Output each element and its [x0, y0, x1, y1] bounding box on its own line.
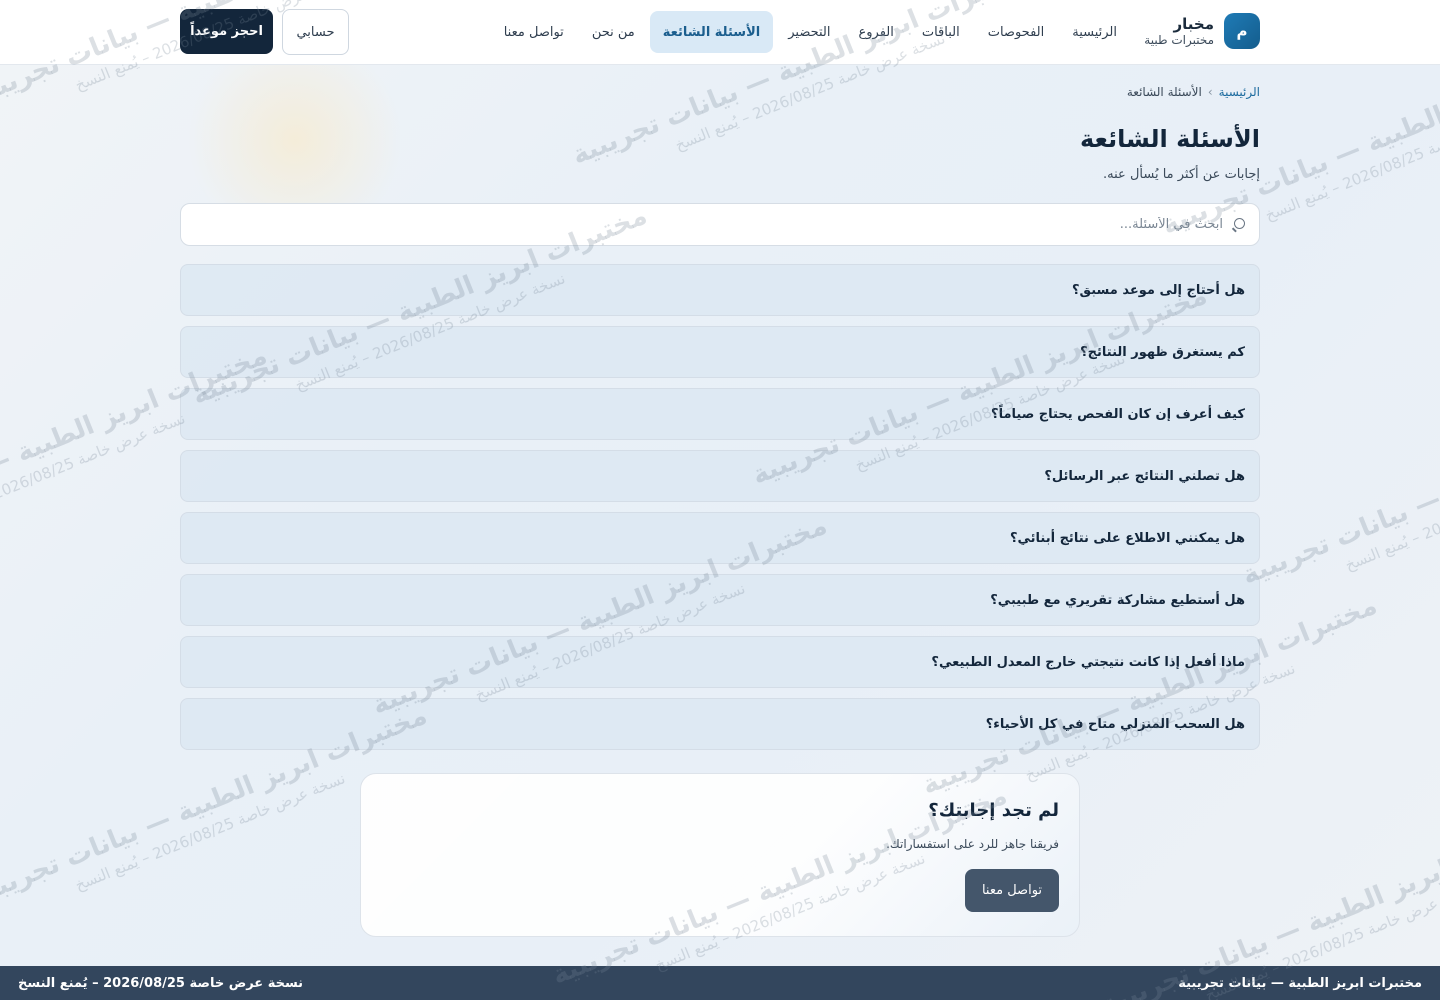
brand-logo: م	[1224, 13, 1260, 49]
faq-question: هل أحتاج إلى موعد مسبق؟	[1071, 282, 1245, 298]
faq-question: هل تصلني النتائج عبر الرسائل؟	[1044, 468, 1245, 484]
watermark-footer-bar: مختبرات ابريز الطبية — بيانات تجريبية نس…	[0, 966, 1440, 1000]
brand-subtitle: مختبرات طبية	[1144, 32, 1214, 47]
nav-tests[interactable]: الفحوصات	[975, 11, 1058, 53]
faq-item[interactable]: هل يمكنني الاطلاع على نتائج أبنائي؟	[180, 512, 1260, 564]
faq-search-box	[180, 203, 1260, 246]
nav-home[interactable]: الرئيسية	[1059, 11, 1130, 53]
search-icon	[1231, 217, 1245, 232]
nav-branches[interactable]: الفروع	[845, 11, 906, 53]
breadcrumb-current: الأسئلة الشائعة	[1126, 85, 1202, 99]
faq-item[interactable]: كيف أعرف إن كان الفحص يحتاج صياماً؟	[180, 388, 1260, 440]
cta-title: لم تجد إجابتك؟	[928, 800, 1059, 821]
page-title: الأسئلة الشائعة	[1080, 125, 1260, 153]
watermark: مختبرات ابريز الطبية — بيانات تجريبيةنسخ…	[1238, 381, 1440, 592]
account-button[interactable]: حسابي	[282, 9, 349, 55]
contact-us-button[interactable]: تواصل معنا	[965, 869, 1059, 912]
faq-item[interactable]: هل تصلني النتائج عبر الرسائل؟	[180, 450, 1260, 502]
book-appointment-button[interactable]: احجز موعداً	[180, 9, 273, 54]
faq-question: هل أستطيع مشاركة تقريري مع طبيبي؟	[990, 592, 1245, 608]
brand-name: مخبار	[1173, 14, 1215, 33]
faq-question: هل يمكنني الاطلاع على نتائج أبنائي؟	[1009, 530, 1245, 546]
nav-faq[interactable]: الأسئلة الشائعة	[649, 11, 774, 53]
nav-contact[interactable]: تواصل معنا	[491, 11, 577, 53]
nav-preparation[interactable]: التحضير	[775, 11, 843, 53]
contact-cta-card: لم تجد إجابتك؟ فريقنا جاهز للرد على استف…	[360, 773, 1080, 937]
faq-question: هل السحب المنزلي متاح في كل الأحياء؟	[985, 716, 1245, 732]
main-content: الرئيسية › الأسئلة الشائعة الأسئلة الشائ…	[180, 65, 1260, 937]
faq-question: ماذا أفعل إذا كانت نتيجتي خارج المعدل ال…	[931, 654, 1245, 670]
faq-question: كم يستغرق ظهور النتائج؟	[1080, 344, 1245, 360]
faq-question: كيف أعرف إن كان الفحص يحتاج صياماً؟	[991, 406, 1245, 422]
breadcrumb-separator: ›	[1207, 85, 1213, 99]
breadcrumb: الرئيسية › الأسئلة الشائعة	[180, 85, 1260, 99]
faq-item[interactable]: هل أستطيع مشاركة تقريري مع طبيبي؟	[180, 574, 1260, 626]
cta-text: فريقنا جاهز للرد على استفساراتك.	[886, 837, 1059, 851]
faq-item[interactable]: ماذا أفعل إذا كانت نتيجتي خارج المعدل ال…	[180, 636, 1260, 688]
breadcrumb-home[interactable]: الرئيسية	[1219, 85, 1260, 99]
page-subtitle: إجابات عن أكثر ما يُسأل عنه.	[1103, 167, 1260, 182]
faq-item[interactable]: هل أحتاج إلى موعد مسبق؟	[180, 264, 1260, 316]
site-header: م مخبار مختبرات طبية الرئيسية الفحوصات ا…	[0, 0, 1440, 65]
nav-packages[interactable]: الباقات	[909, 11, 973, 53]
faq-item[interactable]: كم يستغرق ظهور النتائج؟	[180, 326, 1260, 378]
footer-copy-notice: نسخة عرض خاصة 2026/08/25 – يُمنع النسخ	[18, 975, 304, 991]
faq-list: هل أحتاج إلى موعد مسبق؟ كم يستغرق ظهور ا…	[180, 264, 1260, 750]
faq-search-input[interactable]	[195, 217, 1223, 232]
brand[interactable]: م مخبار مختبرات طبية	[1144, 13, 1260, 49]
footer-project-label: مختبرات ابريز الطبية — بيانات تجريبية	[1178, 975, 1422, 991]
nav-about[interactable]: من نحن	[579, 11, 648, 53]
faq-item[interactable]: هل السحب المنزلي متاح في كل الأحياء؟	[180, 698, 1260, 750]
main-nav: الرئيسية الفحوصات الباقات الفروع التحضير…	[491, 11, 1130, 53]
